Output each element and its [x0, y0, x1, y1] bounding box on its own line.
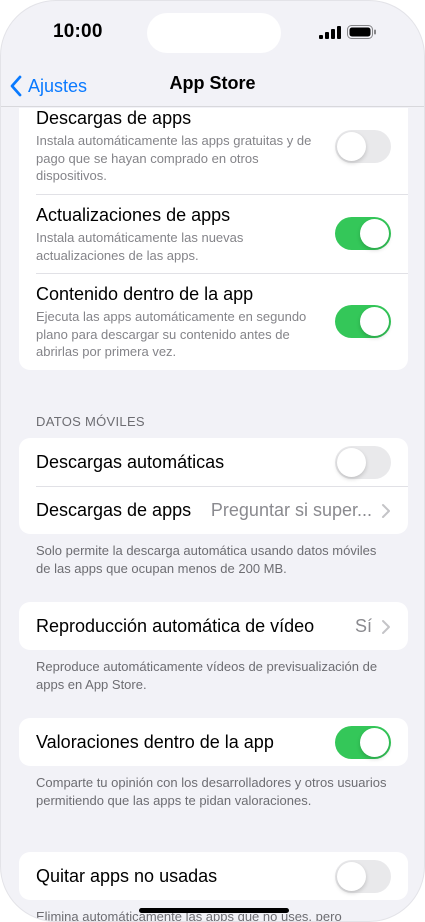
- in-app-content-row[interactable]: Contenido dentro de la app Ejecuta las a…: [19, 273, 408, 370]
- navigation-bar: Ajustes App Store: [1, 65, 424, 107]
- app-updates-row[interactable]: Actualizaciones de apps Instala automáti…: [19, 194, 408, 273]
- row-title: Descargas de apps: [36, 108, 192, 128]
- in-app-content-toggle[interactable]: [335, 305, 391, 338]
- video-autoplay-row[interactable]: Reproducción automática de vídeo Sí: [19, 602, 408, 650]
- ratings-card: Valoraciones dentro de la app: [19, 718, 408, 766]
- toggle-knob: [337, 862, 366, 891]
- video-autoplay-card: Reproducción automática de vídeo Sí: [19, 602, 408, 650]
- section-header-mobile-data: DATOS MÓVILES: [36, 414, 145, 429]
- row-value: Sí: [354, 616, 372, 636]
- offload-toggle[interactable]: [335, 860, 391, 893]
- dynamic-island: [147, 13, 281, 53]
- toggle-knob: [337, 132, 366, 161]
- auto-downloads-toggle[interactable]: [335, 446, 391, 479]
- battery-icon: [347, 25, 376, 39]
- ratings-footer: Comparte tu opinión con los desarrollado…: [36, 775, 387, 808]
- row-value: Preguntar si super...: [210, 500, 372, 520]
- auto-downloads-row[interactable]: Descargas automáticas: [19, 438, 408, 486]
- video-autoplay-footer: Reproduce automáticamente vídeos de prev…: [36, 659, 378, 692]
- page-title: App Store: [169, 73, 256, 93]
- ratings-toggle[interactable]: [335, 726, 391, 759]
- status-time: 10:00: [53, 21, 103, 42]
- app-downloads-toggle[interactable]: [335, 130, 391, 163]
- chevron-right-icon: [382, 504, 390, 518]
- row-title: Reproducción automática de vídeo: [36, 616, 315, 636]
- offload-card: Quitar apps no usadas: [19, 852, 408, 900]
- toggle-knob: [360, 219, 389, 248]
- app-downloads-row[interactable]: Descargas de apps Instala automáticament…: [19, 108, 408, 194]
- auto-downloads-card: Descargas de apps Instala automáticament…: [19, 108, 408, 370]
- mobile-data-footer: Solo permite la descarga automática usan…: [36, 543, 377, 576]
- row-title: Contenido dentro de la app: [36, 284, 254, 304]
- ratings-row[interactable]: Valoraciones dentro de la app: [19, 718, 408, 766]
- mobile-app-downloads-row[interactable]: Descargas de apps Preguntar si super...: [19, 486, 408, 534]
- home-indicator[interactable]: [139, 908, 289, 913]
- toggle-knob: [360, 728, 389, 757]
- offload-row[interactable]: Quitar apps no usadas: [19, 852, 408, 900]
- toggle-knob: [360, 307, 389, 336]
- mobile-data-card: Descargas automáticas Descargas de apps …: [19, 438, 408, 534]
- chevron-right-icon: [382, 620, 390, 634]
- settings-list[interactable]: Descargas de apps Instala automáticament…: [1, 108, 424, 921]
- cellular-signal-icon: [319, 26, 341, 39]
- phone-screen: 10:00 Ajustes App Store Descargas de app…: [0, 0, 425, 922]
- toggle-knob: [337, 448, 366, 477]
- app-updates-toggle[interactable]: [335, 217, 391, 250]
- status-bar: 10:00: [1, 1, 424, 65]
